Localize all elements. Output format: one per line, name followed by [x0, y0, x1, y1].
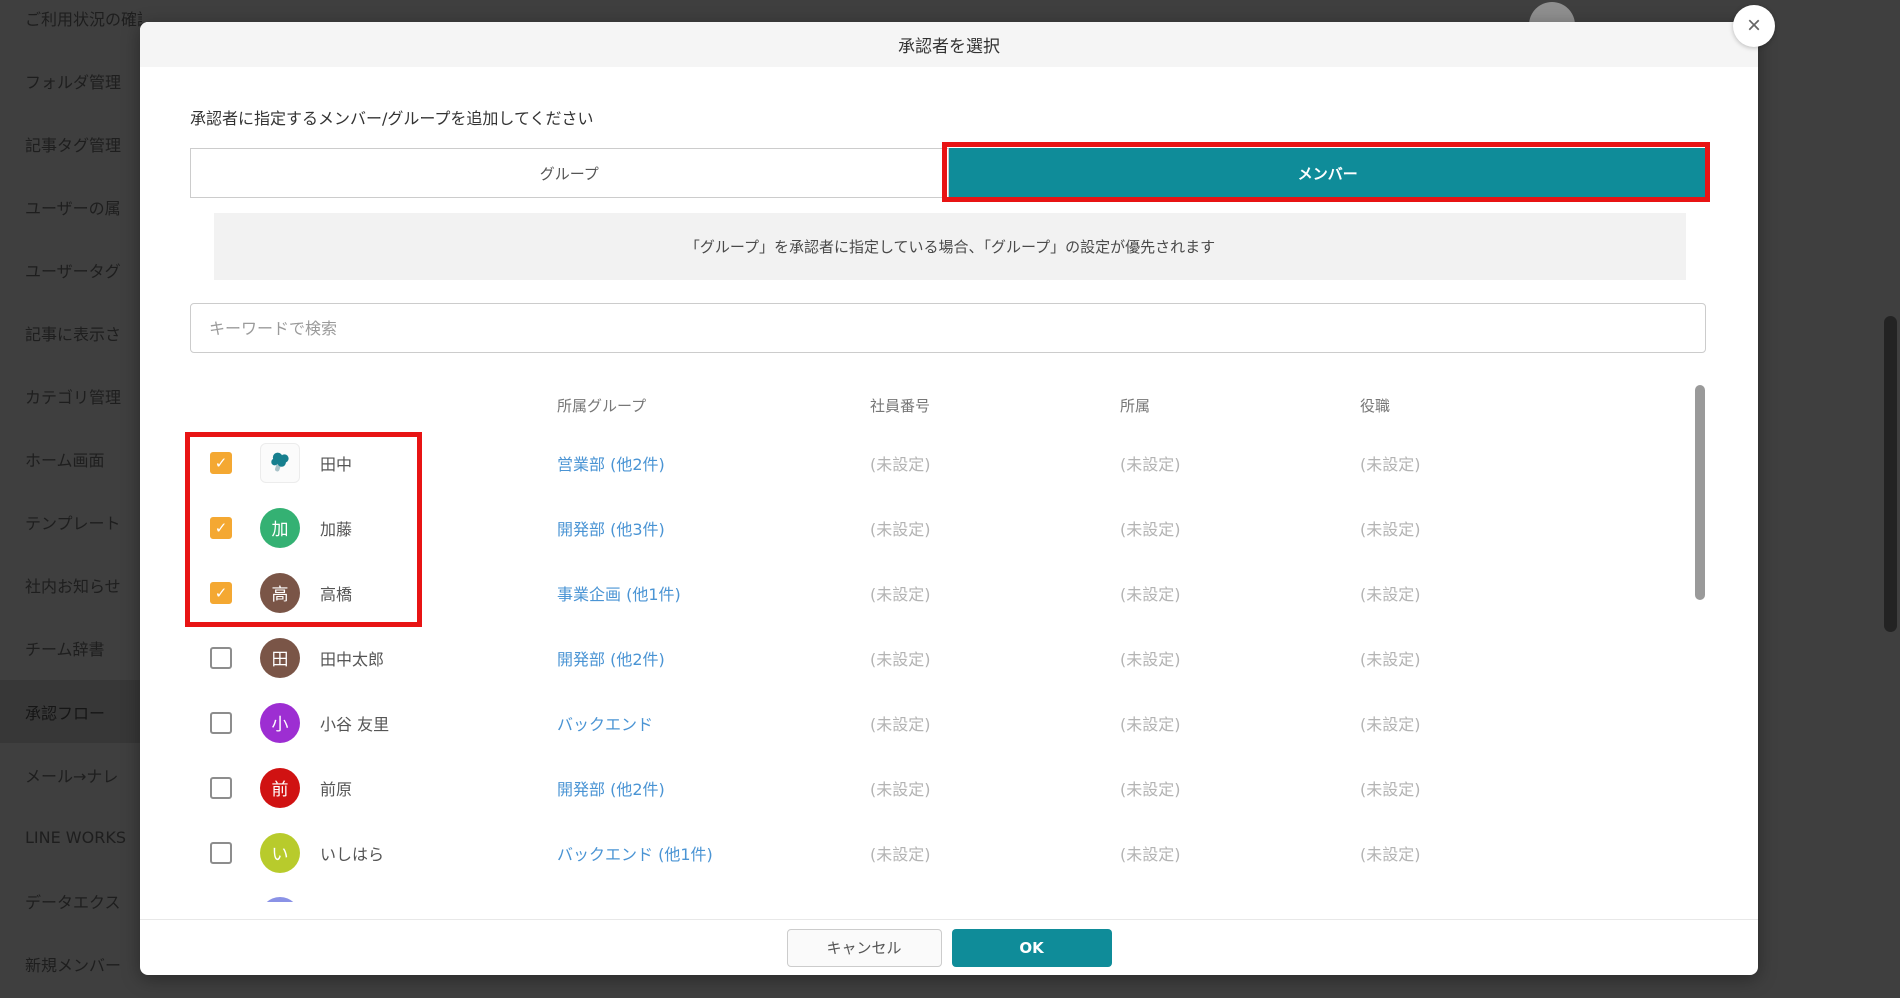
sidebar-item[interactable]: 記事タグ管理	[0, 112, 142, 175]
tab-group[interactable]: グループ	[190, 148, 949, 198]
member-row[interactable]: 前 前原 開発部 (他2件) (未設定) (未設定) (未設定)	[140, 755, 1758, 820]
sidebar-item[interactable]: 新規メンバー	[0, 932, 142, 995]
sidebar-item[interactable]: ご利用状況の確認	[0, 0, 142, 49]
member-group-link[interactable]: バックエンド	[557, 711, 870, 735]
member-department: (未設定)	[1120, 649, 1181, 669]
column-department: 所属	[1120, 396, 1151, 415]
member-department: (未設定)	[1120, 584, 1181, 604]
member-avatar: 小	[260, 702, 300, 743]
member-list: 所属グループ 社員番号 所属 役職 ✓ 田中 営業部 (他2件) (未設定) (…	[140, 380, 1758, 902]
column-employee-no: 社員番号	[870, 396, 931, 415]
member-employee-no: (未設定)	[870, 649, 931, 669]
member-department: (未設定)	[1120, 779, 1181, 799]
member-avatar: い	[260, 832, 300, 873]
sidebar-item[interactable]: ホーム画面	[0, 428, 142, 491]
ok-button[interactable]: OK	[951, 928, 1112, 967]
member-group-link[interactable]: 開発部 (他2件)	[557, 776, 870, 800]
member-position: (未設定)	[1360, 714, 1421, 734]
member-row[interactable]: ✓ 田中 営業部 (他2件) (未設定) (未設定) (未設定)	[140, 430, 1758, 495]
dialog-instruction: 承認者に指定するメンバー/グループを追加してください	[190, 109, 594, 128]
page-scrollbar-thumb[interactable]	[1884, 316, 1897, 632]
sidebar-item[interactable]: ユーザーの属	[0, 175, 142, 238]
member-rows: ✓ 田中 営業部 (他2件) (未設定) (未設定) (未設定) ✓ 加 加藤 …	[140, 430, 1758, 902]
member-position: (未設定)	[1360, 649, 1421, 669]
member-checkbox[interactable]	[210, 776, 232, 799]
member-avatar: 田	[260, 637, 300, 678]
member-department: (未設定)	[1120, 454, 1181, 474]
broccoli-icon	[260, 442, 300, 483]
member-employee-no: (未設定)	[870, 519, 931, 539]
member-position: (未設定)	[1360, 779, 1421, 799]
member-employee-no: (未設定)	[870, 454, 931, 474]
member-position: (未設定)	[1360, 844, 1421, 864]
member-employee-no: (未設定)	[870, 779, 931, 799]
member-checkbox[interactable]	[210, 841, 232, 864]
sidebar-item[interactable]: データエクス	[0, 869, 142, 932]
member-department: (未設定)	[1120, 844, 1181, 864]
member-department: (未設定)	[1120, 714, 1181, 734]
member-name: いしはら	[320, 844, 385, 864]
sidebar-item[interactable]: 社内お知らせ	[0, 554, 142, 617]
close-icon[interactable]: ×	[1733, 5, 1775, 47]
sidebar-item[interactable]: メール→ナレ	[0, 743, 142, 806]
sidebar-item[interactable]: 承認フロー	[0, 680, 142, 744]
member-name: 高橋	[320, 584, 353, 604]
dialog-title: 承認者を選択	[898, 37, 1000, 57]
tab-member[interactable]: メンバー	[948, 148, 1707, 198]
member-row[interactable]: 小 小谷 友里 バックエンド (未設定) (未設定) (未設定)	[140, 690, 1758, 755]
member-checkbox[interactable]: ✓	[210, 516, 232, 539]
member-employee-no: (未設定)	[870, 844, 931, 864]
sidebar-item[interactable]: チーム辞書	[0, 617, 142, 680]
member-checkbox[interactable]	[210, 711, 232, 734]
member-group-link[interactable]: バックエンド (他1件)	[557, 841, 870, 865]
member-row[interactable]: ✓ 高 高橋 事業企画 (他1件) (未設定) (未設定) (未設定)	[140, 560, 1758, 625]
member-avatar-partial	[260, 897, 300, 902]
member-avatar: 加	[260, 507, 300, 548]
member-group-link[interactable]: 事業企画 (他1件)	[557, 581, 870, 605]
sidebar: ご利用状況の確認 フォルダ管理 記事タグ管理 ユーザーの属 ユーザータグ 記事に表示さ カテ…	[0, 0, 142, 998]
member-avatar: 高	[260, 572, 300, 613]
member-checkbox[interactable]: ✓	[210, 581, 232, 604]
sidebar-item[interactable]: フォルダ管理	[0, 49, 142, 112]
dialog-header: 承認者を選択	[140, 22, 1758, 67]
sidebar-item[interactable]: カテゴリ管理	[0, 365, 142, 428]
group-priority-notice: 「グループ」を承認者に指定している場合、「グループ」の設定が優先されます	[214, 213, 1686, 280]
sidebar-item[interactable]: ユーザータグ	[0, 238, 142, 301]
search-input[interactable]	[190, 303, 1706, 353]
member-group-link[interactable]: 営業部 (他2件)	[557, 451, 870, 475]
member-name: 小谷 友里	[320, 714, 390, 734]
member-employee-no: (未設定)	[870, 584, 931, 604]
member-checkbox[interactable]	[210, 646, 232, 669]
tab-bar: グループ メンバー	[190, 148, 1707, 198]
member-name: 前原	[320, 779, 353, 799]
list-scrollbar-thumb[interactable]	[1695, 385, 1705, 600]
member-row[interactable]: い いしはら バックエンド (他1件) (未設定) (未設定) (未設定)	[140, 820, 1758, 885]
member-group-link[interactable]: 開発部 (他3件)	[557, 516, 870, 540]
member-name: 田中	[320, 454, 353, 474]
member-row[interactable]: 田 田中太郎 開発部 (他2件) (未設定) (未設定) (未設定)	[140, 625, 1758, 690]
member-checkbox[interactable]: ✓	[210, 451, 232, 474]
member-name: 加藤	[320, 519, 353, 539]
dialog-footer: キャンセル OK	[140, 919, 1758, 975]
member-row[interactable]: ✓ 加 加藤 開発部 (他3件) (未設定) (未設定) (未設定)	[140, 495, 1758, 560]
member-avatar: 前	[260, 767, 300, 808]
member-employee-no: (未設定)	[870, 714, 931, 734]
sidebar-item[interactable]: LINE WORKS	[0, 806, 142, 869]
member-group-link[interactable]: 開発部 (他2件)	[557, 646, 870, 670]
member-department: (未設定)	[1120, 519, 1181, 539]
cancel-button[interactable]: キャンセル	[786, 928, 942, 967]
approver-select-dialog: × 承認者を選択 承認者に指定するメンバー/グループを追加してください グループ…	[140, 5, 1775, 975]
screen: ご利用状況の確認 フォルダ管理 記事タグ管理 ユーザーの属 ユーザータグ 記事に表示さ カテ…	[0, 0, 1900, 998]
list-header: 所属グループ 社員番号 所属 役職	[140, 380, 1758, 430]
sidebar-item[interactable]: テンプレート	[0, 491, 142, 554]
sidebar-item[interactable]: 記事に表示さ	[0, 301, 142, 364]
member-name: 田中太郎	[320, 649, 385, 669]
column-group: 所属グループ	[557, 396, 647, 415]
